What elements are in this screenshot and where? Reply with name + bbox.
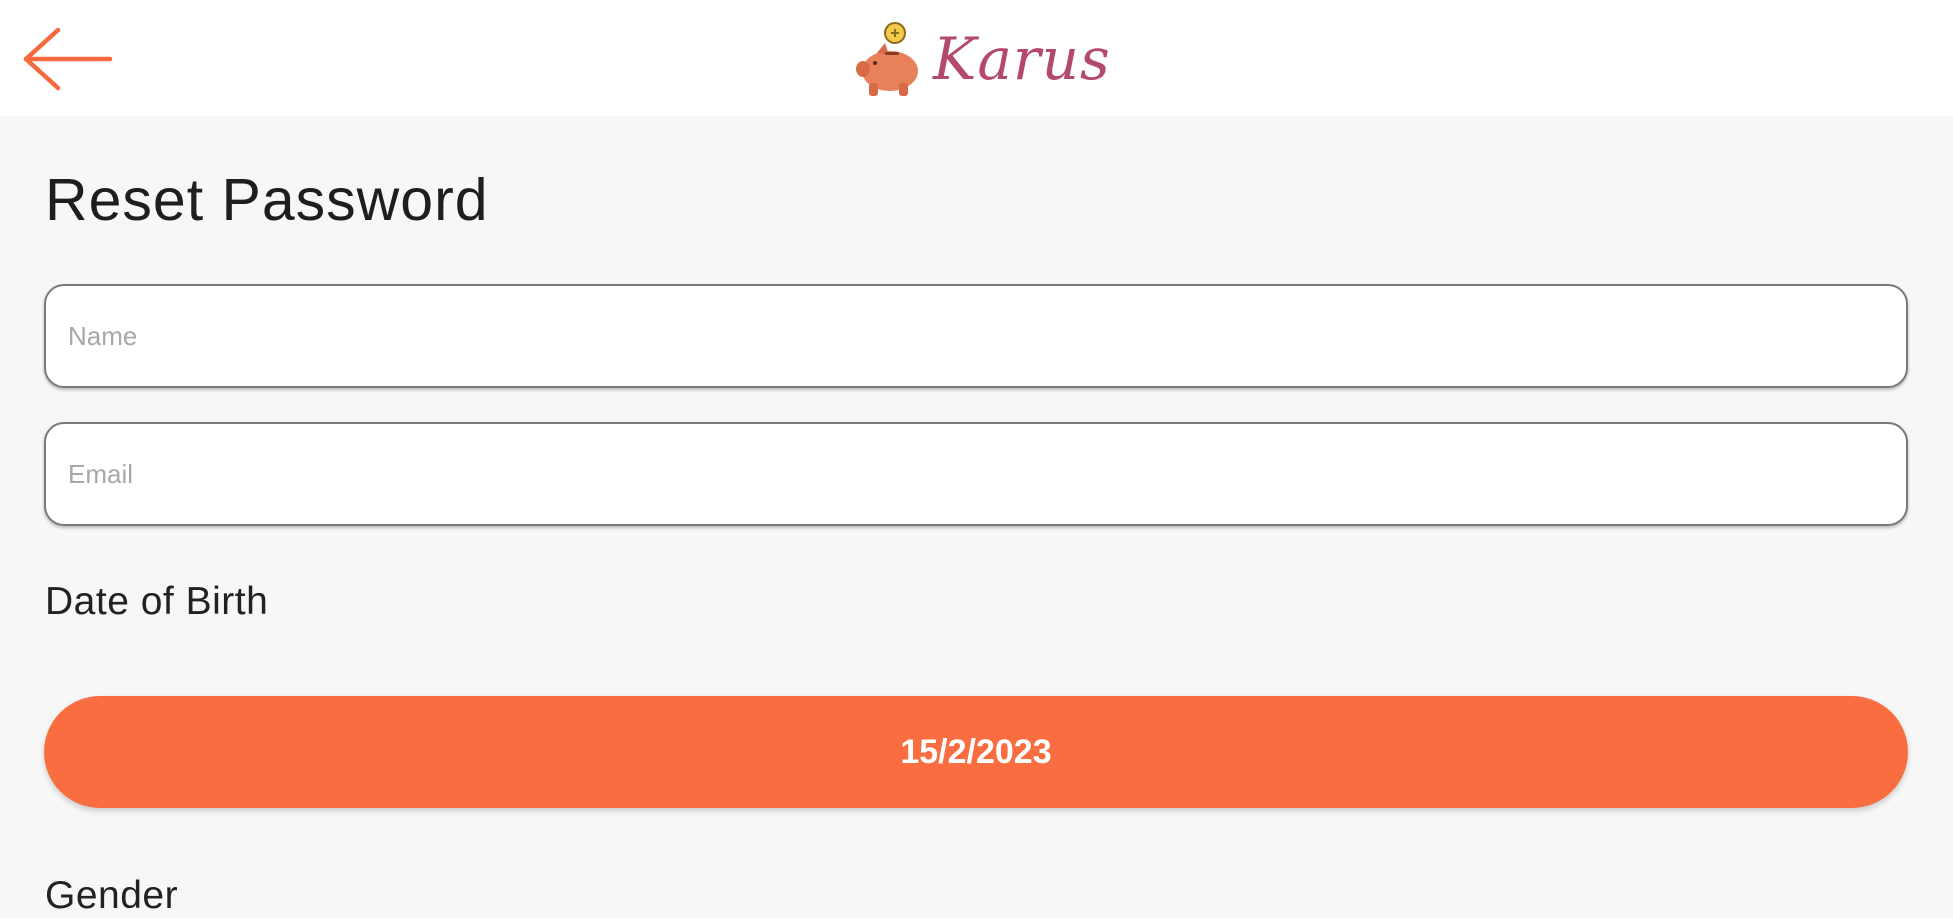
- top-app-bar: Karus: [0, 0, 1953, 116]
- arrow-left-icon: [23, 27, 113, 91]
- piggy-bank-icon: [856, 22, 918, 96]
- date-of-birth-label: Date of Birth: [45, 580, 269, 623]
- logo-text: Karus: [933, 25, 1111, 93]
- reset-password-form: Reset Password Date of Birth 15/2/2023 G…: [0, 116, 1953, 917]
- back-button[interactable]: [22, 26, 114, 92]
- app-logo: Karus: [855, 16, 1111, 102]
- email-input[interactable]: [44, 422, 1908, 526]
- gender-label: Gender: [45, 874, 179, 917]
- name-input[interactable]: [44, 284, 1908, 388]
- date-of-birth-button[interactable]: 15/2/2023: [44, 696, 1908, 808]
- page-title: Reset Password: [45, 167, 489, 233]
